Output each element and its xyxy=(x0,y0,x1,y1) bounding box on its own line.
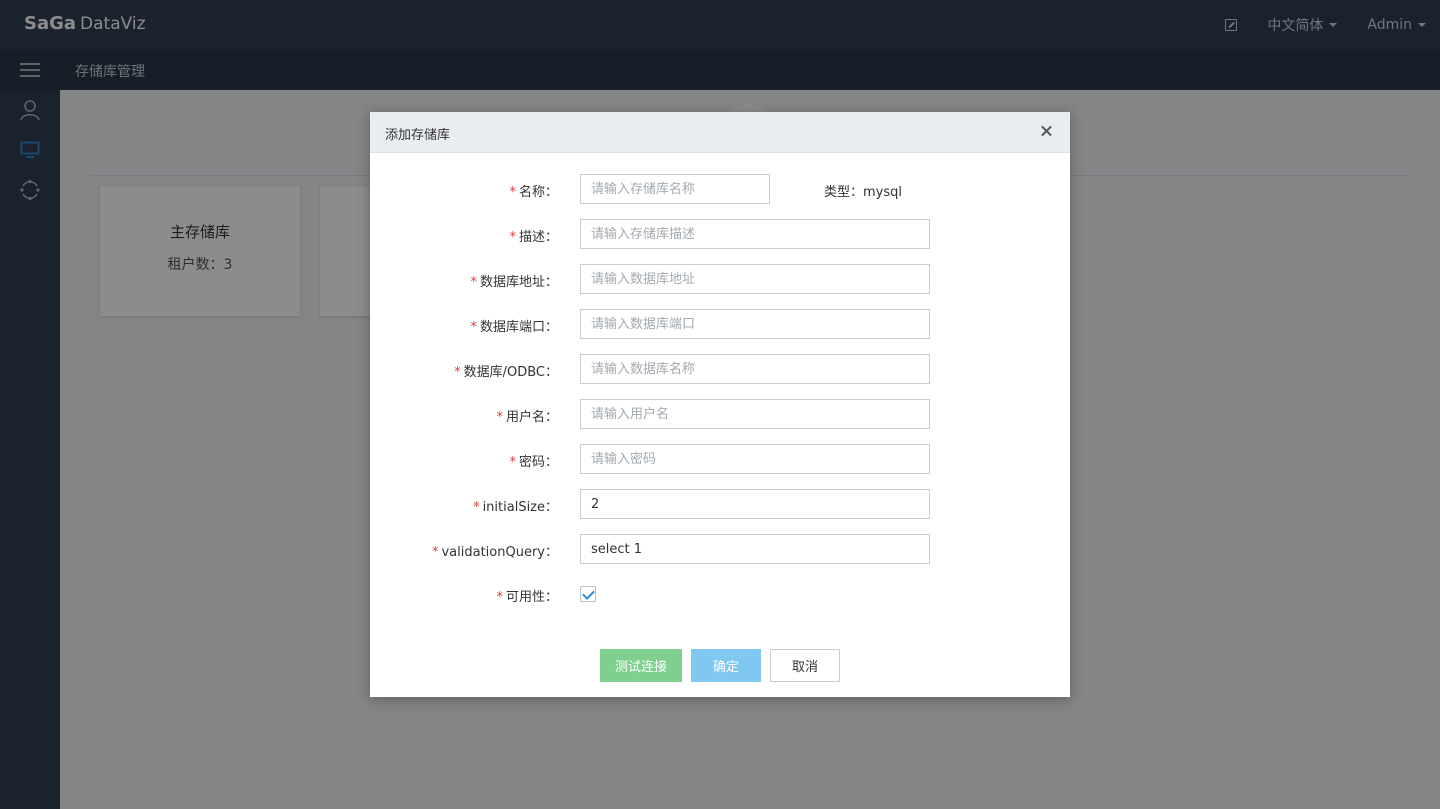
form-row-username: * 用户名： xyxy=(370,399,1070,429)
form-row-name: *名称： 类型：mysql xyxy=(370,174,1070,204)
field-label: * 可用性： xyxy=(496,590,558,605)
db-address-input[interactable] xyxy=(580,264,930,294)
username-input[interactable] xyxy=(580,399,930,429)
cancel-button[interactable]: 取消 xyxy=(770,649,840,682)
field-label: * 数据库地址： xyxy=(470,275,558,290)
availability-checkbox[interactable] xyxy=(580,586,596,602)
test-connection-button[interactable]: 测试连接 xyxy=(600,649,682,682)
form-row-desc: * 描述： xyxy=(370,219,1070,249)
field-label: * validationQuery： xyxy=(431,545,558,560)
close-icon[interactable] xyxy=(1038,122,1056,140)
db-port-input[interactable] xyxy=(580,309,930,339)
field-label: * 用户名： xyxy=(496,410,558,425)
password-input[interactable] xyxy=(580,444,930,474)
modal-title: 添加存储库 xyxy=(385,128,451,143)
field-label: * initialSize： xyxy=(473,500,558,515)
form-row-port: * 数据库端口： xyxy=(370,309,1070,339)
modal-header: 添加存储库 xyxy=(370,112,1070,153)
field-label: * 名称： xyxy=(509,185,558,200)
validation-query-input[interactable] xyxy=(580,534,930,564)
field-label: * 密码： xyxy=(509,455,558,470)
confirm-button[interactable]: 确定 xyxy=(691,649,761,682)
type-display: 类型：mysql xyxy=(824,185,903,200)
add-storage-modal: 添加存储库 *名称： 类型：mysql *描述： *数据库地址： *数据库端口：… xyxy=(370,112,1070,697)
form-row-validation-query: * validationQuery： xyxy=(370,534,1070,564)
field-label: * 描述： xyxy=(509,230,558,245)
name-input[interactable] xyxy=(580,174,770,204)
initial-size-input[interactable] xyxy=(580,489,930,519)
db-name-input[interactable] xyxy=(580,354,930,384)
form-row-initial-size: * initialSize： xyxy=(370,489,1070,519)
form-row-password: * 密码： xyxy=(370,444,1070,474)
form-row-address: * 数据库地址： xyxy=(370,264,1070,294)
field-label: * 数据库/ODBC： xyxy=(454,365,558,380)
field-label: * 数据库端口： xyxy=(470,320,558,335)
description-input[interactable] xyxy=(580,219,930,249)
form-row-db: * 数据库/ODBC： xyxy=(370,354,1070,384)
form-row-availability: * 可用性： xyxy=(370,579,1070,609)
